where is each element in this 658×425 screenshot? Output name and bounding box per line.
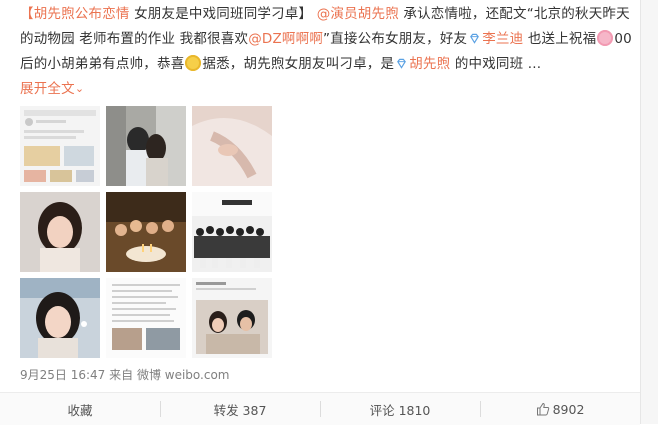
repost-button[interactable]: 转发 387 <box>160 393 320 425</box>
mention-hu-xianxu[interactable]: @演员胡先煦 <box>317 6 399 22</box>
chevron-down-icon: ⌄ <box>74 82 85 95</box>
image-thumb-3[interactable] <box>192 106 272 186</box>
body-text-6: 的中戏同班 ... <box>450 56 542 72</box>
image-thumb-5[interactable] <box>106 192 186 272</box>
favorite-label: 收藏 <box>67 402 93 418</box>
like-button[interactable]: 8902 <box>480 393 640 425</box>
diamond-icon <box>470 33 480 44</box>
post-text: 【胡先煦公布恋情 女朋友是中戏同班同学刁卓】 @演员胡先煦 承认恋情啦，还配文“… <box>20 2 632 102</box>
image-thumb-6[interactable] <box>192 192 272 272</box>
scrollbar[interactable] <box>641 0 658 424</box>
image-thumb-8[interactable] <box>106 278 186 358</box>
thumb-up-icon <box>536 402 549 416</box>
mention-dz[interactable]: @DZ啊啊啊 <box>248 31 323 47</box>
favorite-button[interactable]: 收藏 <box>0 393 160 425</box>
body-text-2: ”直接公布女朋友，好友 <box>323 31 468 47</box>
topic-tag[interactable]: 【胡先煦公布恋情 <box>20 6 130 22</box>
image-thumb-4[interactable] <box>20 192 100 272</box>
like-count: 8902 <box>552 401 585 417</box>
comment-label: 评论 1810 <box>369 402 431 418</box>
friend-hu-xianxu[interactable]: 胡先煦 <box>409 56 450 72</box>
post-meta: 9月25日 16:47 来自 微博 weibo.com <box>20 366 230 383</box>
expand-label: 展开全文 <box>20 81 75 97</box>
body-text-3: 也送上祝福 <box>523 31 597 47</box>
pig-emoji-icon <box>597 30 614 46</box>
repost-label: 转发 387 <box>213 402 267 418</box>
action-bar: 收藏 转发 387 评论 1810 8902 <box>0 392 640 425</box>
expand-full-text-link[interactable]: 展开全文⌄ <box>20 81 84 97</box>
friend-li-landi[interactable]: 李兰迪 <box>482 31 523 47</box>
clap-emoji-icon <box>185 55 202 71</box>
body-text-5: 据悉，胡先煦女朋友叫刁卓，是 <box>202 56 395 72</box>
post-source-link[interactable]: 微博 weibo.com <box>137 368 230 382</box>
weibo-post-card: 【胡先煦公布恋情 女朋友是中戏同班同学刁卓】 @演员胡先煦 承认恋情啦，还配文“… <box>0 0 641 425</box>
image-thumb-9[interactable] <box>192 278 272 358</box>
comment-button[interactable]: 评论 1810 <box>320 393 480 425</box>
meta-via: 来自 <box>105 368 137 382</box>
headline-text: 女朋友是中戏同班同学刁卓】 <box>129 6 313 22</box>
post-time-link[interactable]: 9月25日 16:47 <box>20 368 105 382</box>
image-thumb-2[interactable] <box>106 106 186 186</box>
image-thumb-7[interactable] <box>20 278 100 358</box>
image-thumb-1[interactable] <box>20 106 100 186</box>
diamond-icon-2 <box>397 58 407 69</box>
